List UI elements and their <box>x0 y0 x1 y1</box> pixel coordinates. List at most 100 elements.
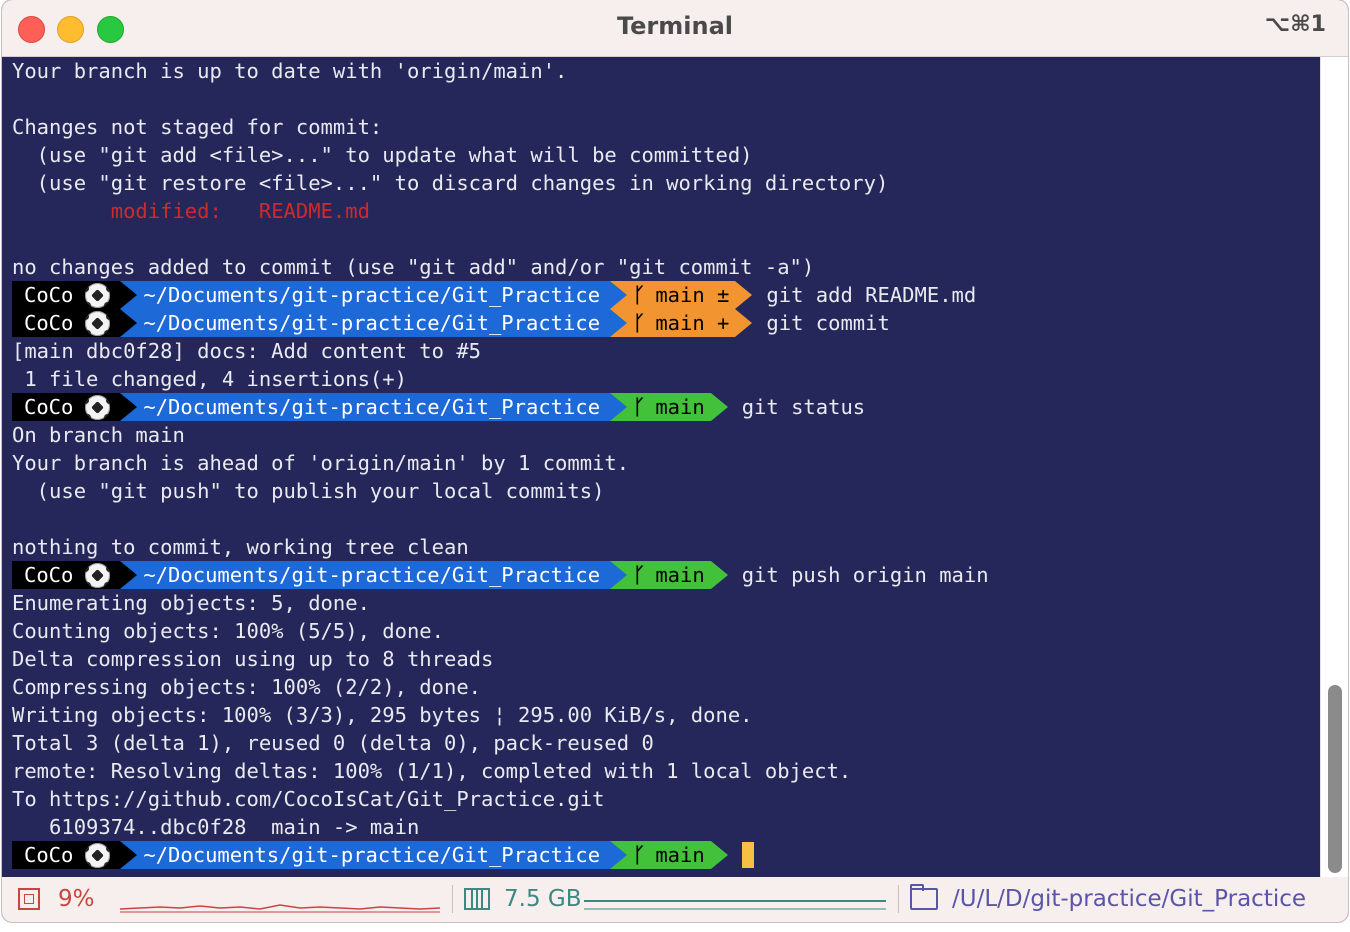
current-directory: /U/L/D/git-practice/Git_Practice <box>952 886 1307 912</box>
output-line: 1 file changed, 4 insertions(+) <box>12 367 407 391</box>
status-divider <box>898 885 899 913</box>
prompt-git-segment: ᚴ main <box>627 841 711 869</box>
output-line: no changes added to commit (use "git add… <box>12 255 815 279</box>
output-line: Your branch is up to date with 'origin/m… <box>12 59 568 83</box>
prompt-path: ~/Documents/git-practice/Git_Practice <box>137 393 611 421</box>
output-line: Changes not staged for commit: <box>12 115 383 139</box>
status-bar: 9% 7.5 GB /U/L/D/git-practice/Git_Practi… <box>2 877 1348 922</box>
segment-arrow <box>710 561 728 589</box>
cpu-icon <box>18 888 40 910</box>
prompt-user: CoCo <box>24 283 74 307</box>
prompt-user: CoCo <box>24 563 74 587</box>
memory-icon <box>464 888 490 910</box>
scrollbar-thumb[interactable] <box>1328 685 1342 873</box>
output-line: [main dbc0f28] docs: Add content to #5 <box>12 339 481 363</box>
segment-arrow <box>120 281 138 309</box>
soccer-ball-icon <box>85 562 111 588</box>
soccer-ball-icon <box>85 394 111 420</box>
output-line: (use "git add <file>..." to update what … <box>12 143 753 167</box>
status-divider <box>452 885 453 913</box>
prompt-branch: main <box>655 563 705 587</box>
output-line: Counting objects: 100% (5/5), done. <box>12 619 444 643</box>
shell-prompt: CoCo ~/Documents/git-practice/Git_Practi… <box>2 561 1319 589</box>
shell-prompt: CoCo ~/Documents/git-practice/Git_Practi… <box>2 309 1319 337</box>
prompt-branch: main <box>655 843 705 867</box>
prompt-command: git status <box>741 395 866 419</box>
output-line: (use "git push" to publish your local co… <box>12 479 605 503</box>
prompt-path: ~/Documents/git-practice/Git_Practice <box>137 841 611 869</box>
text-cursor[interactable] <box>741 842 754 868</box>
cpu-usage: 9% <box>58 886 95 912</box>
output-line: On branch main <box>12 423 185 447</box>
terminal-window: Terminal ⌥⌘1 Your branch is up to date w… <box>2 0 1348 922</box>
prompt-user: CoCo <box>24 311 74 335</box>
segment-arrow <box>120 393 138 421</box>
output-line: Compressing objects: 100% (2/2), done. <box>12 675 481 699</box>
prompt-git-segment: ᚴ main <box>627 561 711 589</box>
segment-arrow <box>610 309 628 337</box>
memory-status: 7.5 GB <box>464 886 582 912</box>
memory-usage: 7.5 GB <box>504 886 582 912</box>
git-branch-icon: ᚴ <box>633 311 646 335</box>
segment-arrow <box>610 561 628 589</box>
git-branch-icon: ᚴ <box>633 563 646 587</box>
prompt-user-segment: CoCo <box>12 309 121 337</box>
prompt-user: CoCo <box>24 395 74 419</box>
output-line: Delta compression using up to 8 threads <box>12 647 494 671</box>
soccer-ball-icon <box>85 842 111 868</box>
prompt-path: ~/Documents/git-practice/Git_Practice <box>137 281 611 309</box>
git-branch-icon: ᚴ <box>633 843 646 867</box>
modified-line: modified: README.md <box>2 197 1319 225</box>
soccer-ball-icon <box>85 310 111 336</box>
prompt-git-segment: ᚴ main ± <box>627 281 736 309</box>
vertical-scrollbar[interactable] <box>1320 57 1348 877</box>
window-shortcut: ⌥⌘1 <box>1264 12 1326 37</box>
segment-arrow <box>735 309 753 337</box>
prompt-user-segment: CoCo <box>12 561 121 589</box>
prompt-branch: main ± <box>655 283 730 307</box>
segment-arrow <box>610 393 628 421</box>
shell-prompt: CoCo ~/Documents/git-practice/Git_Practi… <box>2 393 1319 421</box>
window-title: Terminal <box>616 12 734 40</box>
segment-arrow <box>735 281 753 309</box>
prompt-command: git add README.md <box>766 283 977 307</box>
prompt-git-segment: ᚴ main <box>627 393 711 421</box>
prompt-user: CoCo <box>24 843 74 867</box>
output-line: Total 3 (delta 1), reused 0 (delta 0), p… <box>12 731 654 755</box>
prompt-branch: main <box>655 395 705 419</box>
cpu-sparkline <box>120 904 440 913</box>
modified-file: README.md <box>258 199 370 223</box>
output-line: To https://github.com/CocoIsCat/Git_Prac… <box>12 787 605 811</box>
soccer-ball-icon <box>85 282 111 308</box>
prompt-command: git commit <box>766 311 890 335</box>
segment-arrow <box>120 841 138 869</box>
output-line: Enumerating objects: 5, done. <box>12 591 370 615</box>
git-branch-icon: ᚴ <box>633 283 646 307</box>
prompt-git-segment: ᚴ main + <box>627 309 736 337</box>
output-line: remote: Resolving deltas: 100% (1/1), co… <box>12 759 852 783</box>
prompt-user-segment: CoCo <box>12 393 121 421</box>
output-line: Your branch is ahead of 'origin/main' by… <box>12 451 630 475</box>
prompt-path: ~/Documents/git-practice/Git_Practice <box>137 561 611 589</box>
active-shell-prompt[interactable]: CoCo ~/Documents/git-practice/Git_Practi… <box>2 841 1319 869</box>
output-line: Writing objects: 100% (3/3), 295 bytes ¦… <box>12 703 753 727</box>
output-line: (use "git restore <file>..." to discard … <box>12 171 889 195</box>
cwd-status[interactable]: /U/L/D/git-practice/Git_Practice <box>910 884 1307 912</box>
terminal-output[interactable]: Your branch is up to date with 'origin/m… <box>2 57 1319 877</box>
title-bar: Terminal ⌥⌘1 <box>2 0 1348 57</box>
folder-icon <box>910 884 938 910</box>
output-line: 6109374..dbc0f28 main -> main <box>12 815 420 839</box>
segment-arrow <box>610 841 628 869</box>
prompt-user-segment: CoCo <box>12 841 121 869</box>
segment-arrow <box>710 393 728 421</box>
prompt-command: git push origin main <box>741 563 989 587</box>
segment-arrow <box>610 281 628 309</box>
output-line: nothing to commit, working tree clean <box>12 535 469 559</box>
prompt-user-segment: CoCo <box>12 281 121 309</box>
memory-sparkline <box>584 900 886 910</box>
git-branch-icon: ᚴ <box>633 395 646 419</box>
